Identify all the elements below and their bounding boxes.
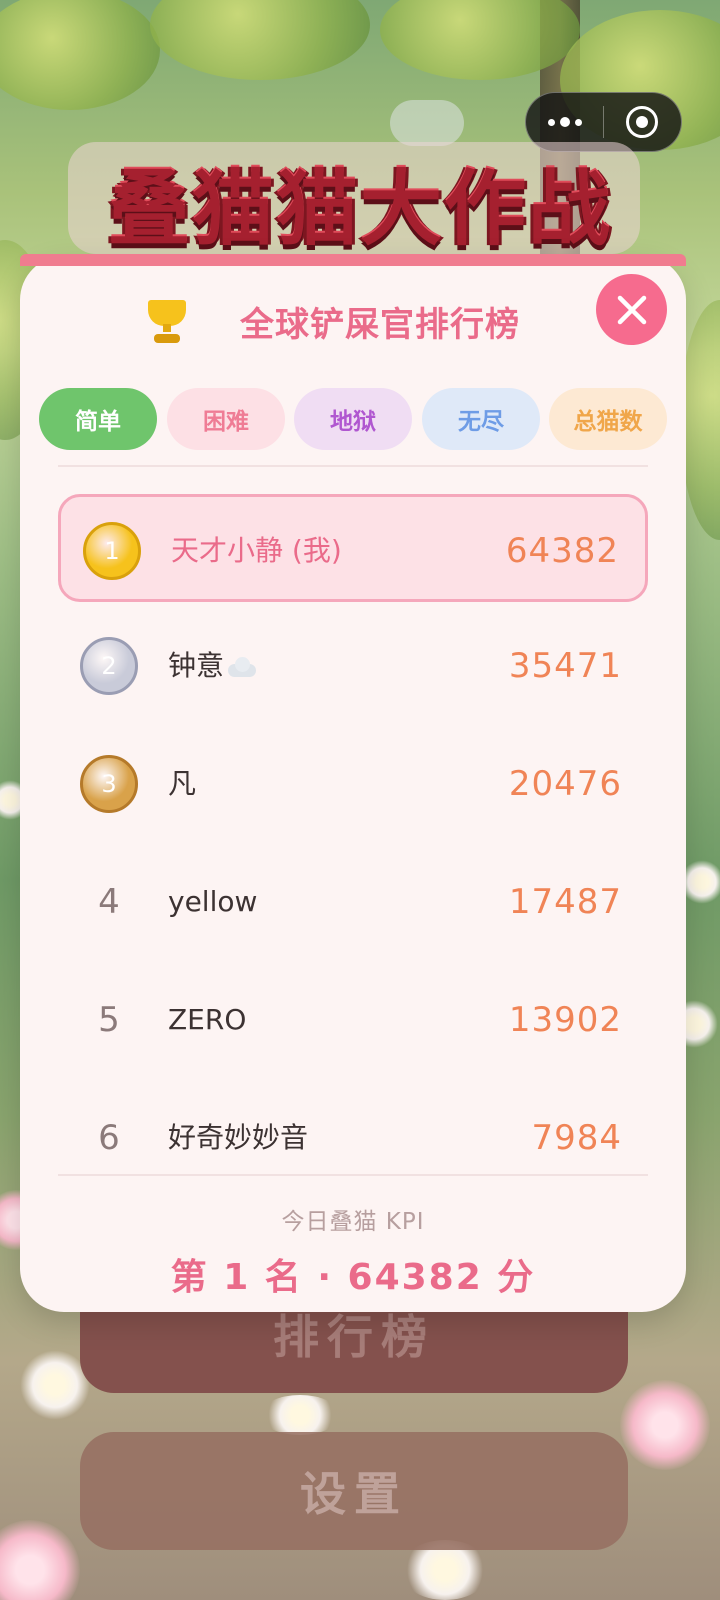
flower xyxy=(620,1380,710,1470)
tab-hell[interactable]: 地狱 xyxy=(294,388,412,450)
footer-divider xyxy=(58,1174,648,1176)
leaderboard-row-me: 1 天才小静 (我) 64382 xyxy=(58,494,648,602)
close-icon xyxy=(617,295,646,324)
game-title: 叠猫猫大作战 xyxy=(107,162,612,257)
difficulty-tabs: 简单 困难 地狱 无尽 总猫数 xyxy=(39,388,669,450)
player-name: 天才小静 (我) xyxy=(171,534,342,567)
trophy-icon xyxy=(146,300,188,346)
bronze-medal-icon: 3 xyxy=(80,755,138,813)
cloud xyxy=(390,100,464,146)
gold-medal-icon: 1 xyxy=(83,522,141,580)
tabs-divider xyxy=(58,465,648,467)
player-name: ZERO xyxy=(168,1003,247,1036)
settings-button[interactable]: 设置 xyxy=(80,1432,628,1550)
tab-endless[interactable]: 无尽 xyxy=(422,388,540,450)
rank-number: 6 xyxy=(98,1118,120,1158)
rank-number: 5 xyxy=(98,1000,120,1040)
cloud-icon xyxy=(226,656,258,678)
player-score: 20476 xyxy=(508,764,622,804)
player-name: 凡 xyxy=(168,767,197,800)
leaderboard-row: 4 yellow 17487 xyxy=(58,848,648,956)
modal-top-accent xyxy=(20,254,686,266)
player-name: 钟意 xyxy=(168,612,258,720)
player-score: 17487 xyxy=(508,882,622,922)
leaderboard-row: 5 ZERO 13902 xyxy=(58,966,648,1074)
modal-title: 全球铲屎官排行榜 xyxy=(240,305,520,345)
leaderboard-row: 2 钟意 35471 xyxy=(58,612,648,720)
tab-total-cats[interactable]: 总猫数 xyxy=(549,388,667,450)
player-score: 35471 xyxy=(508,646,622,686)
flower xyxy=(260,1395,340,1435)
player-score: 64382 xyxy=(505,531,619,571)
tab-easy[interactable]: 简单 xyxy=(39,388,157,450)
tab-hard[interactable]: 困难 xyxy=(167,388,285,450)
rank-number: 4 xyxy=(98,882,120,922)
close-button[interactable] xyxy=(596,274,667,345)
silver-medal-icon: 2 xyxy=(80,637,138,695)
player-score: 13902 xyxy=(508,1000,622,1040)
leaderboard-row: 3 凡 20476 xyxy=(58,730,648,838)
kpi-value: 第 1 名 · 64382 分 xyxy=(170,1257,536,1298)
player-name: yellow xyxy=(168,885,258,918)
flower xyxy=(680,860,720,904)
kpi-label: 今日叠猫 KPI xyxy=(281,1209,425,1235)
